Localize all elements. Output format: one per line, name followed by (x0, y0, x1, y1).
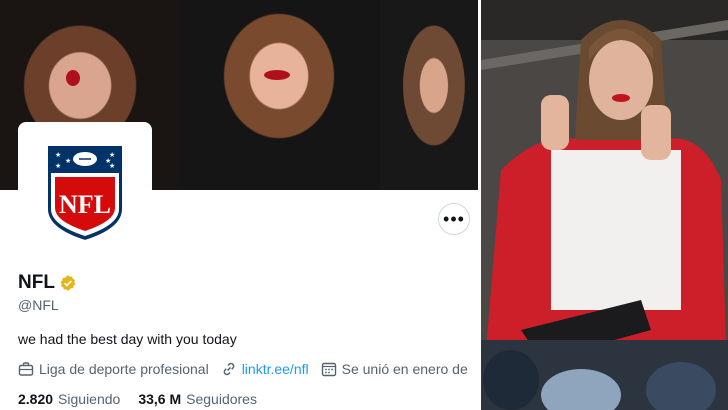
more-options-button[interactable]: ••• (438, 203, 470, 235)
banner-photo-2 (178, 0, 380, 190)
follow-counts: 2.820 Siguiendo 33,6 M Seguidores (18, 391, 275, 407)
svg-text:★: ★ (55, 162, 61, 170)
banner-photo-3 (380, 0, 478, 190)
fan-thumbs-up-photo (481, 0, 728, 410)
briefcase-icon (18, 362, 34, 376)
nfl-shield-logo: ★★ ★ ★ ★★ NFL (46, 144, 124, 243)
profile-bio: we had the best day with you today (18, 331, 237, 347)
followers-count: 33,6 M (138, 391, 182, 407)
link-icon (223, 362, 235, 376)
profile-handle: @NFL (18, 297, 59, 313)
followers-label: Seguidores (186, 391, 257, 407)
profile-avatar[interactable]: ★ ★ ★ ★ ★ ★ NFL (18, 122, 152, 256)
following-label: Siguiendo (58, 391, 121, 407)
website-item[interactable]: linktr.ee/nfl (221, 361, 309, 377)
svg-text:★: ★ (109, 162, 115, 170)
twitter-profile-panel: ★ ★ ★ ★ ★ ★ NFL ••• NFL @NFL we had the be… (0, 0, 478, 410)
svg-text:★: ★ (55, 151, 61, 159)
profile-meta: Liga de deporte profesional linktr.ee/nf… (18, 361, 478, 377)
followers-link[interactable]: 33,6 M Seguidores (138, 391, 257, 407)
svg-text:★: ★ (109, 151, 115, 159)
calendar-icon (321, 362, 336, 377)
category-item: Liga de deporte profesional (18, 361, 209, 377)
profile-name-row: NFL (18, 272, 77, 294)
joined-item: Se unió en enero de (321, 361, 468, 377)
logo-text: NFL (59, 190, 111, 219)
joined-label: Se unió en enero de (341, 361, 468, 377)
category-label: Liga de deporte profesional (39, 361, 209, 377)
svg-text:★: ★ (65, 157, 71, 165)
following-count: 2.820 (18, 391, 54, 407)
profile-name: NFL (18, 272, 55, 293)
stadium-photo (481, 0, 728, 410)
verified-badge-icon[interactable] (59, 274, 77, 292)
website-link[interactable]: linktr.ee/nfl (242, 361, 309, 377)
following-link[interactable]: 2.820 Siguiendo (18, 391, 120, 407)
